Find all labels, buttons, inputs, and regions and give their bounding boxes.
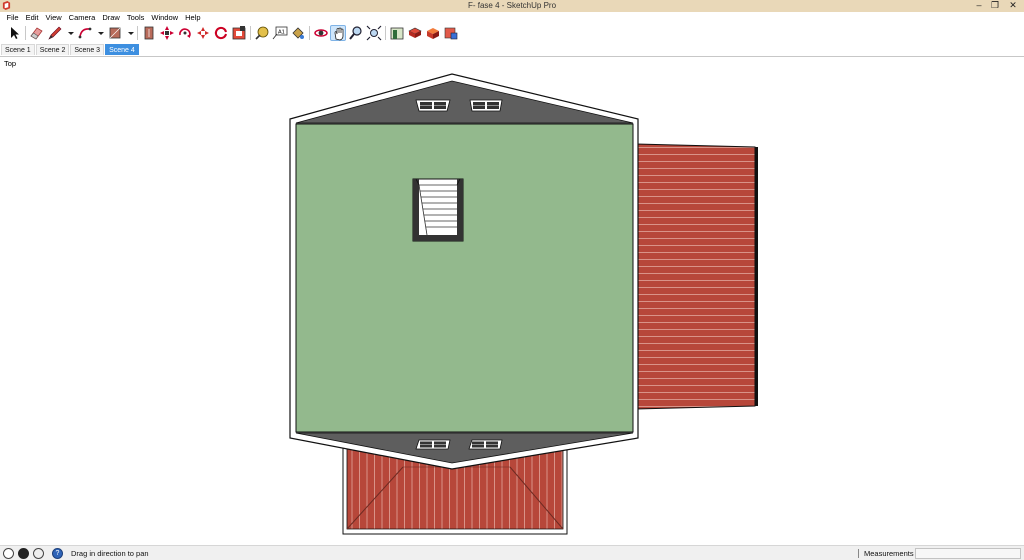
rectangle-icon[interactable] [107,25,123,41]
measurements-label: Measurements [864,549,914,558]
toolbar: A1 [0,23,1024,43]
select-icon[interactable] [6,25,22,41]
dropdown-arrow-icon[interactable] [63,25,74,41]
warehouse-icon[interactable] [389,25,405,41]
pencil-icon[interactable] [47,25,63,41]
help-icon[interactable]: ? [52,548,63,559]
modeling-viewport[interactable]: Top [0,56,1024,545]
menu-window[interactable]: Window [148,12,182,23]
info-icon[interactable] [3,548,14,559]
style-builder-icon[interactable] [443,25,459,41]
text-icon[interactable]: A1 [272,25,288,41]
status-message: Drag in direction to pan [71,549,149,558]
dormer-window [415,99,451,112]
eraser-icon[interactable] [28,25,44,41]
layout-icon[interactable] [425,25,441,41]
main-roof [289,73,639,470]
tape-measure-icon[interactable] [254,25,270,41]
extension-warehouse-icon[interactable] [407,25,423,41]
move-icon[interactable] [159,25,175,41]
menu-file[interactable]: File [3,12,22,23]
menu-bar: File Edit View Camera Draw Tools Window … [0,12,1024,23]
house-model-top-view[interactable] [0,57,1024,545]
offset-icon[interactable] [213,25,229,41]
follow-me-icon[interactable] [231,25,247,41]
tab-scene-2[interactable]: Scene 2 [35,44,70,55]
dormer-window [468,439,503,450]
menu-tools[interactable]: Tools [123,12,148,23]
user-outline-icon[interactable] [33,548,44,559]
menu-camera[interactable]: Camera [65,12,99,23]
menu-edit[interactable]: Edit [22,12,42,23]
title-bar: F- fase 4 - SketchUp Pro – ❐ ✕ [0,0,1024,12]
dropdown-arrow-icon[interactable] [123,25,134,41]
user-icon[interactable] [18,548,29,559]
menu-view[interactable]: View [42,12,65,23]
close-icon[interactable]: ✕ [1004,0,1022,12]
status-divider [858,549,859,558]
pan-icon[interactable] [330,25,346,41]
zoom-icon[interactable] [348,25,364,41]
orbit-icon[interactable] [313,25,329,41]
right-roof-wing [635,143,758,410]
stair-opening [412,178,464,242]
arc-icon[interactable] [77,25,93,41]
dormer-window [415,439,451,450]
status-bar: ? Drag in direction to pan Measurements [0,545,1024,560]
tab-scene-4[interactable]: Scene 4 [105,44,139,55]
scene-tabs: Scene 1 Scene 2 Scene 3 Scene 4 [0,43,1024,55]
scale-icon[interactable] [195,25,211,41]
zoom-extents-icon[interactable] [366,25,382,41]
tab-scene-1[interactable]: Scene 1 [1,44,35,55]
push-pull-icon[interactable] [141,25,157,41]
paint-bucket-icon[interactable] [290,25,306,41]
restore-icon[interactable]: ❐ [986,0,1004,12]
menu-help[interactable]: Help [182,12,204,23]
window-title: F- fase 4 - SketchUp Pro [467,1,557,10]
rotate-icon[interactable] [177,25,193,41]
svg-text:A1: A1 [278,30,285,36]
dormer-window [469,99,503,112]
dropdown-arrow-icon[interactable] [93,25,104,41]
tab-scene-3[interactable]: Scene 3 [70,44,105,55]
measurements-input[interactable] [915,548,1021,559]
menu-draw[interactable]: Draw [99,12,124,23]
